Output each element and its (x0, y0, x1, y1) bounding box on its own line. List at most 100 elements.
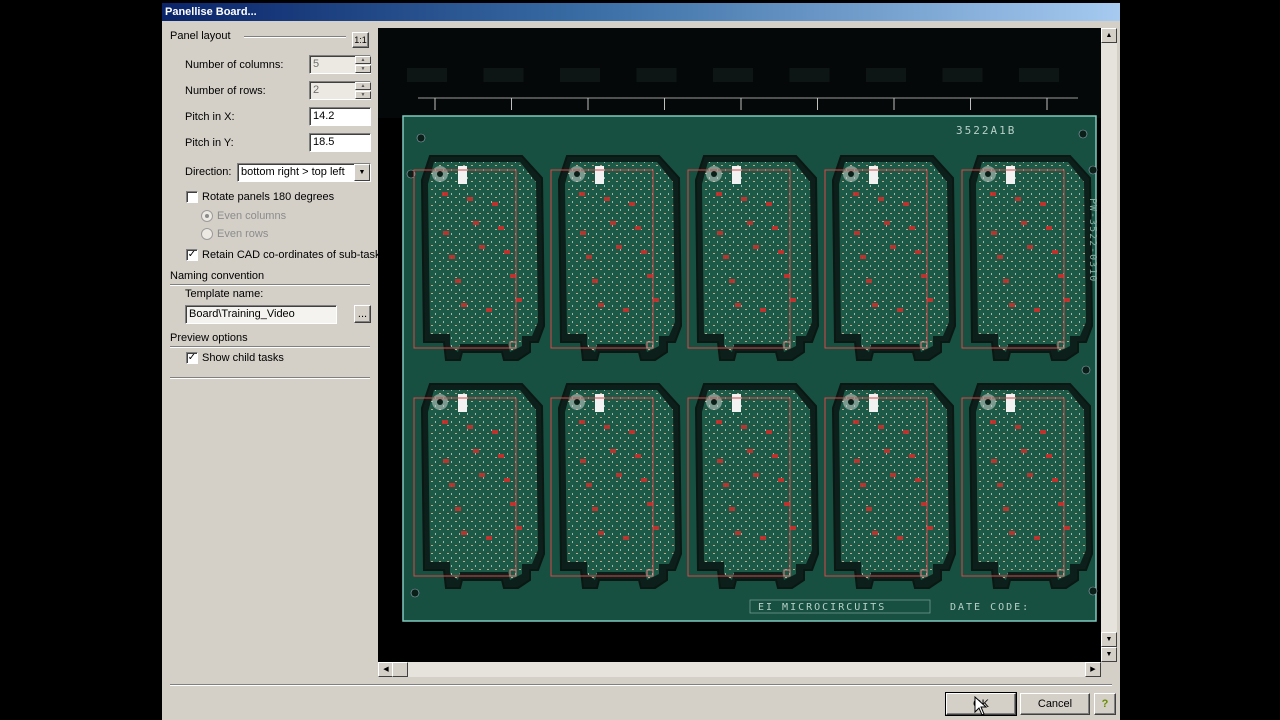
smd-component (479, 245, 485, 249)
strip-component (407, 68, 447, 82)
scroll-right-icon[interactable]: ▶ (1085, 662, 1101, 677)
rows-spinner[interactable]: ▲ ▼ (355, 82, 371, 99)
sub-board-pcb (976, 390, 1086, 580)
smd-component (580, 231, 586, 235)
smd-component (492, 430, 498, 434)
scroll-down-icon[interactable]: ▼ (1101, 647, 1117, 662)
panel-layout-heading: Panel layout (170, 30, 231, 42)
sub-board (413, 383, 546, 589)
fiducial-hole (1081, 365, 1091, 375)
preview-vertical-scrollbar[interactable]: ▲ ▼ ▼ (1101, 28, 1117, 662)
panel-layout-divider (244, 36, 346, 38)
even-columns-radio[interactable] (201, 210, 213, 222)
browse-template-button[interactable]: ... (354, 305, 371, 323)
smd-component (1003, 507, 1009, 511)
direction-select[interactable]: bottom right > top left (237, 163, 371, 182)
spin-up-icon[interactable]: ▲ (355, 82, 371, 90)
smd-component (616, 245, 622, 249)
fiducial-hole (410, 588, 420, 598)
smd-component (443, 459, 449, 463)
smd-component (473, 221, 479, 225)
smd-component (504, 250, 510, 254)
columns-spinner[interactable]: ▲ ▼ (355, 56, 371, 73)
smd-component (1027, 473, 1033, 477)
panellise-board-dialog: Panellise Board... Panel layout 1:1 Numb… (162, 3, 1120, 720)
scroll-down-arrow-icon[interactable]: ▼ (1101, 632, 1117, 647)
sub-board-pcb (839, 390, 949, 580)
help-button[interactable]: ? (1094, 693, 1116, 715)
spin-down-icon[interactable]: ▼ (355, 91, 371, 99)
smd-component (991, 231, 997, 235)
help-icon: ? (1101, 698, 1109, 710)
smd-component (653, 526, 659, 530)
spin-down-icon[interactable]: ▼ (355, 65, 371, 73)
show-child-tasks-checkbox[interactable]: ✓ (186, 352, 198, 364)
checkmark-icon: ✓ (187, 249, 197, 260)
smd-component (1009, 531, 1015, 535)
smd-component (641, 250, 647, 254)
rotate-panels-label: Rotate panels 180 degrees (202, 191, 335, 203)
strip-component (713, 68, 753, 82)
fiducial-hole (1088, 165, 1098, 175)
smd-component (1015, 425, 1021, 429)
smd-component (1040, 202, 1046, 206)
chevron-down-icon[interactable]: ▼ (354, 164, 370, 181)
retain-cad-label: Retain CAD co-ordinates of sub-tasks (202, 249, 387, 261)
smd-component (592, 279, 598, 283)
smd-component (927, 526, 933, 530)
smd-component (915, 250, 921, 254)
fiducial-hole (1078, 129, 1088, 139)
smd-component (741, 197, 747, 201)
even-rows-radio[interactable] (201, 228, 213, 240)
template-name-input[interactable]: Board\Training_Video (185, 305, 337, 324)
smd-component (878, 425, 884, 429)
smd-component (1009, 303, 1015, 307)
smd-component (716, 192, 722, 196)
mouse-cursor-icon (974, 696, 988, 716)
smd-component (717, 231, 723, 235)
smd-component (598, 531, 604, 535)
smd-component (516, 298, 522, 302)
smd-component (467, 425, 473, 429)
smd-component (909, 454, 915, 458)
scroll-thumb[interactable] (392, 662, 408, 677)
smd-component (717, 459, 723, 463)
board-date-code: DATE CODE: (950, 602, 1030, 613)
mounting-hole-center (711, 171, 717, 177)
smd-component (498, 454, 504, 458)
smd-component (991, 459, 997, 463)
preview-options-divider (170, 346, 370, 348)
strip-component (789, 68, 830, 82)
cancel-button[interactable]: Cancel (1020, 693, 1090, 715)
rotate-panels-checkbox[interactable] (186, 191, 198, 203)
preview-horizontal-scrollbar[interactable]: ◀ ▶ (378, 662, 1101, 677)
spin-up-icon[interactable]: ▲ (355, 56, 371, 64)
smd-component (927, 298, 933, 302)
smd-component (516, 526, 522, 530)
smd-component (853, 192, 859, 196)
pitch-x-input[interactable]: 14.2 (309, 107, 371, 126)
smd-component (735, 303, 741, 307)
smd-component (723, 483, 729, 487)
component-label (1006, 166, 1015, 184)
actual-size-button[interactable]: 1:1 (352, 32, 369, 48)
retain-cad-checkbox[interactable]: ✓ (186, 249, 198, 261)
smd-component (1058, 274, 1064, 278)
smd-component (449, 255, 455, 259)
component-label (595, 166, 604, 184)
smd-component (580, 459, 586, 463)
pitch-y-input[interactable]: 18.5 (309, 133, 371, 152)
mounting-hole-center (985, 399, 991, 405)
mounting-hole-center (985, 171, 991, 177)
smd-component (1021, 221, 1027, 225)
sub-board-pcb (976, 162, 1086, 352)
component-label (595, 394, 604, 412)
scroll-up-icon[interactable]: ▲ (1101, 28, 1117, 43)
smd-component (586, 483, 592, 487)
board-preview[interactable]: 3522A1B PW-3522-0310 EI MICROCIRCUITS DA… (378, 28, 1101, 662)
smd-component (579, 192, 585, 196)
smd-component (747, 221, 753, 225)
sub-board-pcb (702, 390, 812, 580)
component-label (458, 166, 467, 184)
sub-board (961, 383, 1094, 589)
